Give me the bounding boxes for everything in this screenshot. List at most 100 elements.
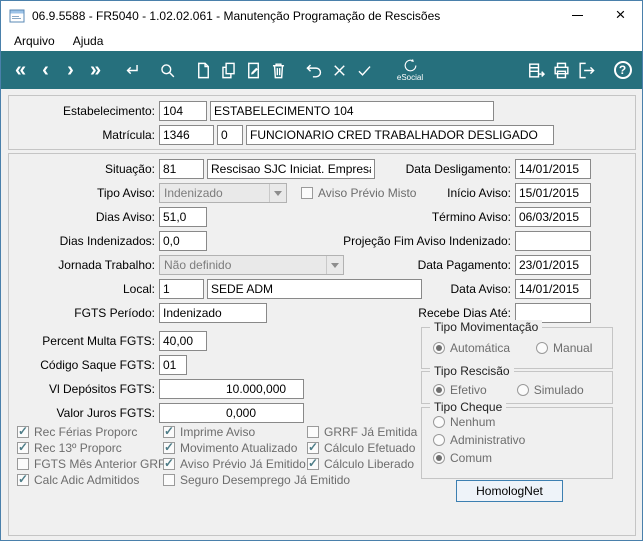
percent-multa-input[interactable] bbox=[159, 331, 207, 351]
cancel-icon bbox=[334, 64, 345, 76]
goto-button[interactable] bbox=[119, 55, 144, 85]
radio-icon bbox=[433, 341, 445, 354]
app-icon bbox=[9, 9, 25, 22]
copy-button[interactable] bbox=[216, 55, 241, 85]
prev-record-button[interactable] bbox=[33, 55, 58, 85]
menu-arquivo[interactable]: Arquivo bbox=[5, 32, 64, 50]
radio-label: Automática bbox=[450, 340, 511, 355]
checkbox-column-1: Rec Férias ProporcRec 13º Proporc FGTS Mê… bbox=[17, 424, 174, 487]
homolognet-button[interactable]: HomologNet bbox=[456, 480, 563, 502]
checkbox-calculo-efetuado[interactable]: Cálculo Efetuado bbox=[307, 440, 417, 455]
checkbox-rec-ferias-proporc[interactable]: Rec Férias Proporc bbox=[17, 424, 174, 439]
radio-icon bbox=[433, 415, 445, 428]
radio-automatica[interactable]: Automática bbox=[433, 340, 511, 355]
estabelecimento-code-input[interactable] bbox=[159, 101, 207, 121]
checkbox-fgts-mes-anterior-grrf[interactable]: FGTS Mês Anterior GRRF bbox=[17, 457, 174, 471]
termino-aviso-input[interactable] bbox=[515, 207, 591, 227]
situacao-label: Situação: bbox=[104, 162, 155, 176]
percent-multa-label: Percent Multa FGTS: bbox=[42, 334, 155, 348]
radio-comum[interactable]: Comum bbox=[433, 450, 525, 465]
situacao-code-input[interactable] bbox=[159, 159, 204, 179]
next-record-icon bbox=[67, 60, 74, 80]
exit-icon bbox=[579, 62, 595, 78]
estabelecimento-name-input[interactable] bbox=[210, 101, 494, 121]
fgts-periodo-input[interactable] bbox=[159, 303, 267, 323]
data-aviso-input[interactable] bbox=[515, 279, 591, 299]
toolbar: eSocial bbox=[1, 51, 642, 89]
chevron-down-icon bbox=[269, 184, 286, 202]
search-button[interactable] bbox=[155, 55, 180, 85]
exit-button[interactable] bbox=[574, 55, 599, 85]
cancel-button[interactable] bbox=[327, 55, 352, 85]
checkbox-label: Cálculo Efetuado bbox=[324, 440, 416, 455]
projecao-fim-aviso-label: Projeção Fim Aviso Indenizado: bbox=[343, 234, 511, 248]
matricula-code-input[interactable] bbox=[159, 125, 214, 145]
local-code-input[interactable] bbox=[159, 279, 204, 299]
checkbox-seguro-desemprego-ja-emitido[interactable]: Seguro Desemprego Já Emitido bbox=[163, 473, 350, 487]
codigo-saque-input[interactable] bbox=[159, 355, 187, 375]
inicio-aviso-label: Início Aviso: bbox=[447, 186, 511, 200]
esocial-button[interactable]: eSocial bbox=[388, 54, 432, 86]
form-area: Estabelecimento: Matrícula: Situação: Ti… bbox=[1, 89, 642, 540]
esocial-icon bbox=[404, 58, 416, 72]
edit-button[interactable] bbox=[241, 55, 266, 85]
checkbox-calc-adic-admitidos[interactable]: Calc Adic Admitidos bbox=[17, 472, 174, 487]
matricula-seq-input[interactable] bbox=[217, 125, 243, 145]
print-button[interactable] bbox=[549, 55, 574, 85]
confirm-button[interactable] bbox=[352, 55, 377, 85]
tipo-cheque-radios: Nenhum Administrativo Comum bbox=[433, 414, 525, 465]
checkbox-label: Rec 13º Proporc bbox=[34, 440, 122, 455]
checkbox-label: Movimento Atualizado bbox=[180, 440, 298, 455]
checkbox-rec-13-proporc[interactable]: Rec 13º Proporc bbox=[17, 440, 174, 455]
radio-label: Comum bbox=[450, 450, 493, 465]
checkbox-label: Imprime Aviso bbox=[180, 424, 256, 439]
close-button[interactable] bbox=[599, 1, 642, 30]
checkbox-label: Calc Adic Admitidos bbox=[34, 472, 140, 487]
add-button[interactable] bbox=[191, 55, 216, 85]
jornada-trabalho-combo[interactable]: Não definido bbox=[159, 255, 344, 275]
trash-icon bbox=[272, 62, 285, 78]
delete-button[interactable] bbox=[266, 55, 291, 85]
jornada-trabalho-label: Jornada Trabalho: bbox=[58, 258, 155, 272]
valor-juros-input[interactable] bbox=[159, 403, 304, 423]
next-record-button[interactable] bbox=[58, 55, 83, 85]
radio-administrativo[interactable]: Administrativo bbox=[433, 433, 525, 447]
local-label: Local: bbox=[122, 282, 155, 296]
last-record-button[interactable] bbox=[83, 55, 108, 85]
checkbox-icon bbox=[307, 456, 319, 470]
return-icon bbox=[126, 64, 138, 74]
matricula-name-input[interactable] bbox=[246, 125, 554, 145]
menubar: Arquivo Ajuda bbox=[1, 30, 642, 51]
data-desligamento-input[interactable] bbox=[515, 159, 591, 179]
dias-indenizados-input[interactable] bbox=[159, 231, 207, 251]
data-pagamento-label: Data Pagamento: bbox=[417, 258, 511, 272]
checkbox-calculo-liberado[interactable]: Cálculo Liberado bbox=[307, 456, 417, 471]
menu-ajuda[interactable]: Ajuda bbox=[64, 32, 113, 50]
termino-aviso-label: Término Aviso: bbox=[431, 210, 511, 224]
first-record-button[interactable] bbox=[8, 55, 33, 85]
checkbox-icon bbox=[307, 425, 319, 438]
tipo-aviso-combo[interactable]: Indenizado bbox=[159, 183, 287, 203]
projecao-fim-aviso-input[interactable] bbox=[515, 231, 591, 251]
radio-label: Nenhum bbox=[450, 414, 496, 429]
export-button[interactable] bbox=[524, 55, 549, 85]
estabelecimento-label: Estabelecimento: bbox=[62, 104, 155, 118]
radio-nenhum[interactable]: Nenhum bbox=[433, 414, 525, 429]
fgts-periodo-label: FGTS Período: bbox=[74, 306, 155, 320]
vl-depositos-input[interactable] bbox=[159, 379, 304, 399]
first-record-icon bbox=[15, 60, 26, 80]
tipo-rescisao-radios: Efetivo Simulado bbox=[433, 383, 584, 397]
dias-aviso-label: Dias Aviso: bbox=[95, 210, 155, 224]
checkbox-grrf-ja-emitida[interactable]: GRRF Já Emitida bbox=[307, 425, 417, 439]
minimize-button[interactable] bbox=[556, 1, 599, 30]
data-pagamento-input[interactable] bbox=[515, 255, 591, 275]
dias-aviso-input[interactable] bbox=[159, 207, 207, 227]
minimize-icon bbox=[572, 15, 583, 16]
radio-manual[interactable]: Manual bbox=[536, 341, 592, 355]
undo-button[interactable] bbox=[302, 55, 327, 85]
help-button[interactable] bbox=[610, 55, 635, 85]
inicio-aviso-input[interactable] bbox=[515, 183, 591, 203]
radio-simulado[interactable]: Simulado bbox=[516, 383, 584, 397]
checkbox-icon bbox=[17, 424, 29, 438]
radio-efetivo[interactable]: Efetivo bbox=[433, 383, 487, 397]
